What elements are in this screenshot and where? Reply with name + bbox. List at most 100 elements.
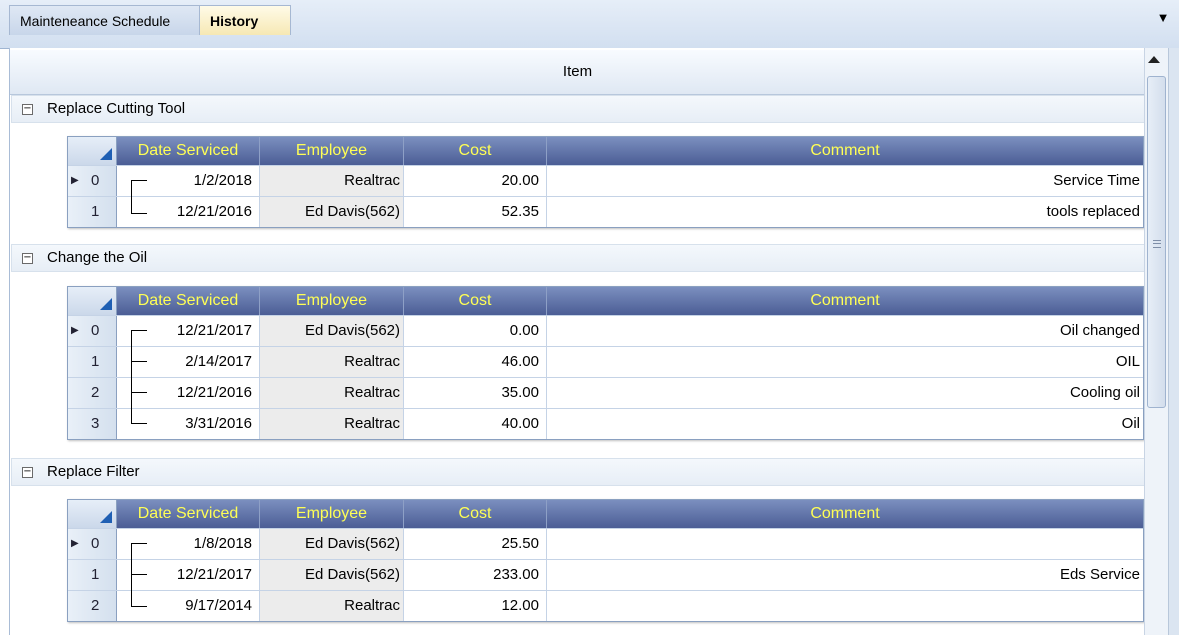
cost-cell[interactable]: 12.00	[404, 591, 547, 621]
employee-cell[interactable]: Ed Davis(562)	[260, 316, 404, 346]
cost-cell[interactable]: 46.00	[404, 347, 547, 377]
date-cell[interactable]: 12/21/2016	[117, 197, 260, 227]
col-header-date-serviced[interactable]: Date Serviced	[117, 500, 260, 528]
tab-history[interactable]: History	[199, 5, 291, 35]
row-number-cell[interactable]: ▶ 0	[68, 166, 117, 196]
col-header-comment[interactable]: Comment	[547, 287, 1143, 315]
comment-cell[interactable]: Oil changed	[547, 316, 1141, 346]
scrollbar-thumb[interactable]	[1147, 76, 1166, 408]
cost-cell[interactable]: 233.00	[404, 560, 547, 590]
col-header-employee[interactable]: Employee	[260, 500, 404, 528]
col-header-comment[interactable]: Comment	[547, 500, 1143, 528]
employee-cell[interactable]: Ed Davis(562)	[260, 560, 404, 590]
date-cell[interactable]: 12/21/2016	[117, 378, 260, 408]
cost-cell[interactable]: 0.00	[404, 316, 547, 346]
comment-cell[interactable]: OIL	[547, 347, 1141, 377]
table-row[interactable]: ▶ 0 12/21/2017 Ed Davis(562) 0.00 Oil cha…	[68, 315, 1143, 346]
row-number-cell[interactable]: ▶ 0	[68, 529, 117, 559]
detail-header: Date Serviced Employee Cost Comment	[68, 287, 1143, 315]
date-cell[interactable]: 1/8/2018	[117, 529, 260, 559]
comment-cell[interactable]: Oil	[547, 409, 1141, 439]
col-header-employee[interactable]: Employee	[260, 137, 404, 165]
tree-line	[131, 180, 132, 214]
employee-cell[interactable]: Realtrac	[260, 378, 404, 408]
scroll-up-icon[interactable]	[1148, 56, 1160, 63]
col-header-cost[interactable]: Cost	[404, 137, 547, 165]
group-row-replace-cutting-tool[interactable]: − Replace Cutting Tool	[11, 95, 1145, 123]
table-row[interactable]: 3 3/31/2016 Realtrac 40.00 Oil	[68, 408, 1143, 439]
cost-cell[interactable]: 52.35	[404, 197, 547, 227]
history-grid: Item − Replace Cutting Tool Date Service…	[9, 48, 1145, 635]
row-pointer-icon: ▶	[71, 538, 79, 549]
row-number-cell[interactable]: 3	[68, 409, 117, 439]
select-all-corner[interactable]	[68, 137, 117, 165]
row-number-cell[interactable]: 1	[68, 197, 117, 227]
comment-cell[interactable]: Eds Service	[547, 560, 1141, 590]
comment-cell[interactable]: tools replaced	[547, 197, 1141, 227]
row-number-cell[interactable]: 2	[68, 378, 117, 408]
chevron-down-icon[interactable]: ▼	[1155, 10, 1171, 26]
tree-line	[131, 543, 147, 544]
comment-cell[interactable]: Cooling oil	[547, 378, 1141, 408]
row-number-cell[interactable]: ▶ 0	[68, 316, 117, 346]
detail-grid-replace-cutting-tool: Date Serviced Employee Cost Comment ▶ 0 1…	[67, 136, 1144, 228]
tab-strip: Mainteneance Schedule History ▼	[0, 0, 1179, 49]
cost-cell[interactable]: 25.50	[404, 529, 547, 559]
tree-line	[131, 180, 147, 181]
col-header-comment[interactable]: Comment	[547, 137, 1143, 165]
select-all-triangle-icon	[100, 148, 112, 160]
col-header-date-serviced[interactable]: Date Serviced	[117, 287, 260, 315]
tree-line	[131, 392, 147, 393]
col-header-cost[interactable]: Cost	[404, 500, 547, 528]
group-title: Replace Cutting Tool	[47, 100, 186, 117]
minus-box-icon[interactable]: −	[22, 253, 33, 264]
detail-header: Date Serviced Employee Cost Comment	[68, 500, 1143, 528]
employee-cell[interactable]: Realtrac	[260, 409, 404, 439]
minus-box-icon[interactable]: −	[22, 104, 33, 115]
col-header-date-serviced[interactable]: Date Serviced	[117, 137, 260, 165]
employee-cell[interactable]: Ed Davis(562)	[260, 529, 404, 559]
employee-cell[interactable]: Realtrac	[260, 591, 404, 621]
table-row[interactable]: ▶ 0 1/2/2018 Realtrac 20.00 Service Time	[68, 165, 1143, 196]
row-number-cell[interactable]: 1	[68, 347, 117, 377]
cost-cell[interactable]: 20.00	[404, 166, 547, 196]
select-all-corner[interactable]	[68, 287, 117, 315]
date-cell[interactable]: 2/14/2017	[117, 347, 260, 377]
employee-cell[interactable]: Realtrac	[260, 166, 404, 196]
table-row[interactable]: 1 2/14/2017 Realtrac 46.00 OIL	[68, 346, 1143, 377]
window-border	[1168, 48, 1179, 635]
tree-line	[131, 361, 147, 362]
cost-cell[interactable]: 40.00	[404, 409, 547, 439]
group-row-change-the-oil[interactable]: − Change the Oil	[11, 244, 1145, 272]
item-column-header[interactable]: Item	[10, 50, 1145, 95]
tab-maintenance-schedule[interactable]: Mainteneance Schedule	[9, 5, 205, 35]
comment-cell[interactable]	[547, 529, 1141, 559]
table-row[interactable]: 1 12/21/2017 Ed Davis(562) 233.00 Eds Se…	[68, 559, 1143, 590]
group-title: Change the Oil	[47, 249, 148, 266]
date-cell[interactable]: 1/2/2018	[117, 166, 260, 196]
group-title: Replace Filter	[47, 463, 140, 480]
detail-grid-replace-filter: Date Serviced Employee Cost Comment ▶ 0 1…	[67, 499, 1144, 622]
comment-cell[interactable]: Service Time	[547, 166, 1141, 196]
date-cell[interactable]: 12/21/2017	[117, 316, 260, 346]
row-pointer-icon: ▶	[71, 325, 79, 336]
table-row[interactable]: ▶ 0 1/8/2018 Ed Davis(562) 25.50	[68, 528, 1143, 559]
detail-header: Date Serviced Employee Cost Comment	[68, 137, 1143, 165]
employee-cell[interactable]: Ed Davis(562)	[260, 197, 404, 227]
minus-box-icon[interactable]: −	[22, 467, 33, 478]
table-row[interactable]: 2 9/17/2014 Realtrac 12.00	[68, 590, 1143, 621]
col-header-cost[interactable]: Cost	[404, 287, 547, 315]
col-header-employee[interactable]: Employee	[260, 287, 404, 315]
date-cell[interactable]: 12/21/2017	[117, 560, 260, 590]
cost-cell[interactable]: 35.00	[404, 378, 547, 408]
select-all-corner[interactable]	[68, 500, 117, 528]
table-row[interactable]: 1 12/21/2016 Ed Davis(562) 52.35 tools r…	[68, 196, 1143, 227]
row-number-cell[interactable]: 2	[68, 591, 117, 621]
row-number-cell[interactable]: 1	[68, 560, 117, 590]
comment-cell[interactable]	[547, 591, 1141, 621]
table-row[interactable]: 2 12/21/2016 Realtrac 35.00 Cooling oil	[68, 377, 1143, 408]
group-row-replace-filter[interactable]: − Replace Filter	[11, 458, 1145, 486]
vertical-scrollbar[interactable]	[1144, 48, 1169, 635]
date-cell[interactable]: 3/31/2016	[117, 409, 260, 439]
employee-cell[interactable]: Realtrac	[260, 347, 404, 377]
